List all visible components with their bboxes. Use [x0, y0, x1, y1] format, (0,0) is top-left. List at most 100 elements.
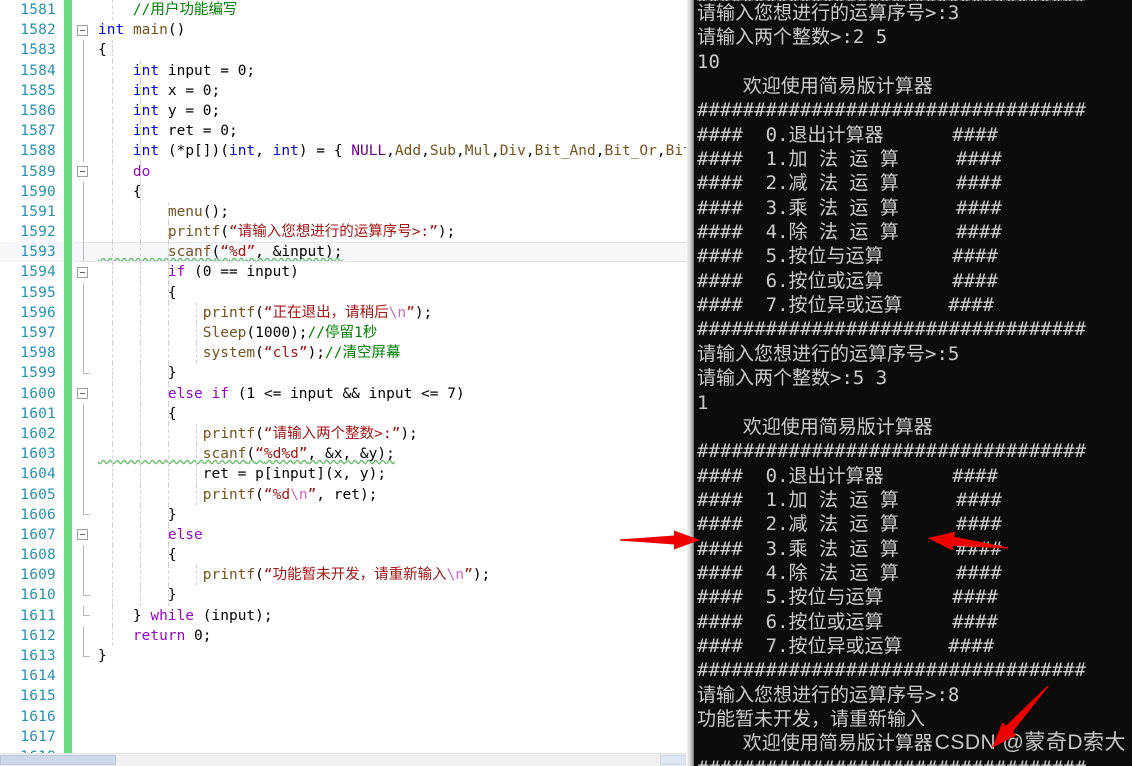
code-text[interactable]: //用户功能编写 — [98, 0, 237, 20]
code-text[interactable]: printf(“正在退出，请稍后\n”); — [98, 303, 433, 323]
outlining-column[interactable] — [74, 181, 98, 202]
code-line[interactable]: 1585 int x = 0; — [0, 80, 694, 101]
code-line[interactable]: 1615 — [0, 686, 694, 707]
code-line[interactable]: 1581 //用户功能编写 — [0, 0, 694, 21]
code-lines-container[interactable]: 1581 //用户功能编写 1582 int main() 1583{1584 int… — [0, 0, 694, 766]
outlining-column[interactable] — [74, 585, 98, 605]
code-line[interactable]: 1589 do — [0, 161, 694, 182]
code-line[interactable]: 1583 { — [0, 40, 694, 61]
code-text[interactable]: system(“cls”);//清空屏幕 — [98, 343, 401, 363]
outlining-column[interactable] — [74, 666, 98, 686]
code-line[interactable]: 1600 else if (1 <= input && input <= 7) — [0, 383, 694, 404]
code-text[interactable]: else — [98, 525, 203, 545]
code-line[interactable]: 1610 } — [0, 585, 694, 606]
outlining-column[interactable] — [74, 323, 98, 344]
code-text[interactable]: scanf(“%d”, &input); — [98, 242, 343, 262]
outlining-column[interactable] — [74, 646, 98, 666]
code-line[interactable]: 1616 — [0, 706, 694, 727]
code-line[interactable]: 1590 { — [0, 181, 694, 202]
code-line[interactable]: 1602 printf(“请输入两个整数>:”); — [0, 423, 694, 445]
code-line[interactable]: 1617 — [0, 726, 694, 747]
code-text[interactable]: printf(“功能暂未开发，请重新输入\n”); — [98, 565, 491, 585]
code-line[interactable]: 1601 { — [0, 403, 694, 424]
outlining-column[interactable] — [74, 282, 98, 303]
code-text[interactable]: { — [98, 545, 177, 565]
code-line[interactable]: 1582 int main() — [0, 20, 694, 41]
outlining-column[interactable] — [74, 707, 98, 727]
code-line[interactable]: 1588 int (*p[])(int, int) = { NULL,Add,S… — [0, 141, 694, 162]
console-window[interactable]: ##################################请输入您想进… — [694, 0, 1132, 766]
outlining-column[interactable] — [74, 0, 98, 20]
code-line[interactable]: 1596 printf(“正在退出，请稍后\n”); — [0, 302, 694, 323]
outlining-column[interactable] — [74, 302, 98, 323]
code-text[interactable]: { — [98, 404, 177, 424]
code-line[interactable]: 1598 system(“cls”);//清空屏幕 — [0, 343, 694, 364]
outlining-column[interactable] — [74, 60, 98, 81]
outlining-column[interactable] — [74, 423, 98, 445]
collapse-minus-icon[interactable] — [77, 166, 88, 178]
code-text[interactable]: int main() — [98, 20, 185, 40]
code-line[interactable]: 1613} — [0, 646, 694, 667]
outlining-column[interactable] — [74, 605, 98, 626]
collapse-minus-icon[interactable] — [77, 267, 88, 279]
code-line[interactable]: 1587 int ret = 0; — [0, 121, 694, 142]
editor-horizontal-scrollbar[interactable] — [0, 753, 694, 766]
code-line[interactable]: 1594 if (0 == input) — [0, 262, 694, 283]
code-line[interactable]: 1611 } while (input); — [0, 605, 694, 626]
outlining-column[interactable] — [74, 525, 98, 545]
code-text[interactable]: if (0 == input) — [98, 262, 299, 282]
code-text[interactable]: menu(); — [98, 202, 229, 222]
code-text[interactable]: int (*p[])(int, int) = { NULL,Add,Sub,Mu… — [98, 141, 694, 161]
outlining-column[interactable] — [74, 484, 98, 505]
outlining-column[interactable] — [74, 201, 98, 223]
code-editor-pane[interactable]: 1581 //用户功能编写 1582 int main() 1583{1584 int… — [0, 0, 694, 766]
code-text[interactable]: } while (input); — [98, 606, 273, 626]
outlining-column[interactable] — [74, 343, 98, 364]
outlining-column[interactable] — [74, 565, 98, 586]
code-text[interactable]: printf(“请输入两个整数>:”); — [98, 424, 418, 444]
code-text[interactable]: { — [98, 40, 107, 60]
outlining-column[interactable] — [74, 20, 98, 40]
code-text[interactable]: { — [98, 283, 177, 303]
code-line[interactable]: 1605 printf(“%d\n”, ret); — [0, 484, 694, 505]
outlining-column[interactable] — [74, 625, 98, 646]
collapse-minus-icon[interactable] — [77, 388, 88, 400]
code-line[interactable]: 1592 printf(“请输入您想进行的运算序号>:”); — [0, 222, 694, 243]
outlining-column[interactable] — [74, 242, 98, 263]
outlining-column[interactable] — [74, 545, 98, 566]
outlining-column[interactable] — [74, 363, 98, 383]
code-text[interactable]: { — [98, 182, 142, 202]
code-text[interactable]: int x = 0; — [98, 81, 220, 101]
outlining-column[interactable] — [74, 384, 98, 404]
outlining-column[interactable] — [74, 80, 98, 101]
outlining-column[interactable] — [74, 121, 98, 142]
code-line[interactable]: 1614 — [0, 666, 694, 687]
collapse-minus-icon[interactable] — [77, 24, 88, 36]
code-text[interactable]: return 0; — [98, 626, 212, 646]
outlining-column[interactable] — [74, 504, 98, 525]
code-line[interactable]: 1584 int input = 0; — [0, 60, 694, 81]
code-line[interactable]: 1612 return 0; — [0, 625, 694, 646]
code-line[interactable]: 1603 scanf(“%d%d”, &x, &y); — [0, 444, 694, 465]
code-text[interactable]: printf(“请输入您想进行的运算序号>:”); — [98, 222, 456, 242]
code-line[interactable]: 1593 scanf(“%d”, &input); — [0, 242, 694, 263]
code-line[interactable]: 1591 menu(); — [0, 201, 694, 223]
code-line[interactable]: 1606 } — [0, 504, 694, 525]
code-line[interactable]: 1597 Sleep(1000);//停留1秒 — [0, 323, 694, 344]
outlining-column[interactable] — [74, 141, 98, 162]
code-text[interactable]: } — [98, 363, 177, 383]
outlining-column[interactable] — [74, 162, 98, 182]
code-text[interactable]: int ret = 0; — [98, 121, 238, 141]
code-text[interactable]: ret = p[input](x, y); — [98, 464, 386, 484]
outlining-column[interactable] — [74, 40, 98, 61]
editor-scrollbar-thumb[interactable] — [0, 755, 116, 765]
code-line[interactable]: 1607 else — [0, 524, 694, 546]
outlining-column[interactable] — [74, 100, 98, 122]
code-line[interactable]: 1586 int y = 0; — [0, 100, 694, 122]
code-line[interactable]: 1608 { — [0, 545, 694, 566]
outlining-column[interactable] — [74, 727, 98, 747]
outlining-column[interactable] — [74, 444, 98, 465]
code-text[interactable]: do — [98, 162, 150, 182]
collapse-minus-icon[interactable] — [77, 529, 88, 541]
code-text[interactable]: } — [98, 646, 107, 666]
